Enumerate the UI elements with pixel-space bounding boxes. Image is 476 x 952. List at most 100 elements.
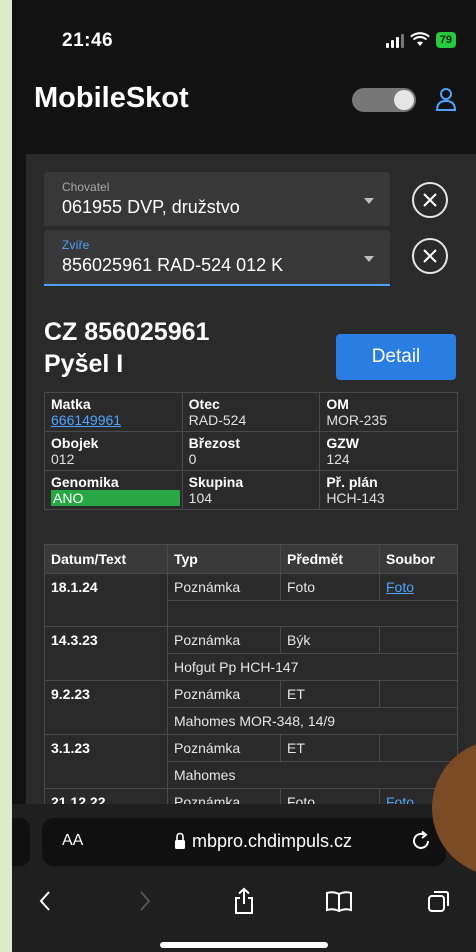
breeder-select[interactable]: Chovatel 061955 DVP, družstvo <box>44 172 390 226</box>
chevron-down-icon <box>364 198 374 204</box>
row-date: 14.3.23 <box>44 626 168 681</box>
moon-icon <box>394 90 414 110</box>
row-subject: ET <box>280 734 380 762</box>
row-date: 3.1.23 <box>44 734 168 789</box>
info-cell-genomics: Genomika ANO <box>44 470 183 510</box>
info-cell-father: Otec RAD-524 <box>181 392 321 432</box>
row-file <box>379 626 458 654</box>
info-cell-plan: Př. plán HCH-143 <box>319 470 458 510</box>
animal-code: CZ 856025961 <box>44 318 210 346</box>
info-value: 0 <box>188 451 197 467</box>
file-link[interactable]: Foto <box>386 579 414 595</box>
app-bar: MobileSkot <box>12 64 476 134</box>
column-header: Typ <box>167 544 281 574</box>
info-row: Genomika ANO Skupina 104 Př. plán HCH-14… <box>44 470 458 510</box>
info-cell-group: Skupina 104 <box>181 470 321 510</box>
row-text: Hofgut Pp HCH-147 <box>167 653 458 681</box>
animal-select[interactable]: Zvíře 856025961 RAD-524 012 K <box>44 230 390 286</box>
previous-tab-edge[interactable] <box>12 818 30 866</box>
table-row: 3.1.23 Poznámka ET <box>44 734 458 789</box>
tabs-button[interactable] <box>422 884 456 918</box>
info-label: Otec <box>188 396 220 412</box>
close-icon <box>423 249 437 263</box>
table-header-row: Datum/Text Typ Předmět Soubor <box>44 544 458 574</box>
clear-breeder-button[interactable] <box>412 182 448 218</box>
column-header: Předmět <box>280 544 380 574</box>
book-icon <box>326 891 352 912</box>
info-cell-gzw: GZW 124 <box>319 431 458 471</box>
animal-info-table: Matka 666149961 Otec RAD-524 OM MOR-235 … <box>44 392 458 510</box>
info-cell-collar: Obojek 012 <box>44 431 183 471</box>
row-date: 18.1.24 <box>44 573 168 627</box>
info-label: Obojek <box>51 435 99 451</box>
wifi-icon <box>409 32 430 46</box>
status-bar: 21:46 79 <box>12 0 476 64</box>
tabs-icon <box>428 891 449 912</box>
animal-label: Zvíře <box>62 238 90 252</box>
user-icon[interactable] <box>434 86 458 112</box>
mother-link[interactable]: 666149961 <box>51 412 176 428</box>
info-value: MOR-235 <box>326 412 387 428</box>
info-cell-mother: Matka 666149961 <box>44 392 183 432</box>
reader-settings-button[interactable]: AA <box>62 832 83 850</box>
table-row: 14.3.23 Poznámka Býk <box>44 626 458 681</box>
url-text[interactable]: mbpro.chdimpuls.cz <box>192 831 352 852</box>
app-title: MobileSkot <box>34 82 189 114</box>
chevron-down-icon <box>364 256 374 262</box>
close-icon <box>423 193 437 207</box>
info-value: 124 <box>326 451 350 467</box>
info-row: Matka 666149961 Otec RAD-524 OM MOR-235 <box>44 392 458 432</box>
row-subject: ET <box>280 680 380 708</box>
row-type: Poznámka <box>167 573 281 601</box>
status-time: 21:46 <box>62 30 114 51</box>
info-value: RAD-524 <box>188 412 247 428</box>
genomics-badge: ANO <box>51 490 180 506</box>
info-label: GZW <box>326 435 359 451</box>
animal-heading: CZ 856025961 Pyšel I <box>44 316 209 380</box>
breeder-value: 061955 DVP, družstvo <box>62 197 240 217</box>
info-cell-om: OM MOR-235 <box>319 392 458 432</box>
info-label: OM <box>326 396 349 412</box>
row-subject: Býk <box>280 626 380 654</box>
info-value: 012 <box>51 451 75 467</box>
row-text: Mahomes <box>167 761 458 789</box>
bookmarks-button[interactable] <box>322 884 356 918</box>
detail-button[interactable]: Detail <box>336 334 456 380</box>
forward-button[interactable] <box>128 884 162 918</box>
share-button[interactable] <box>227 884 261 918</box>
home-indicator[interactable] <box>160 942 328 948</box>
info-value: 104 <box>188 490 213 506</box>
chevron-left-icon <box>39 891 50 911</box>
dark-mode-toggle[interactable] <box>352 88 416 112</box>
column-header: Datum/Text <box>44 544 168 574</box>
reload-icon[interactable] <box>410 830 432 852</box>
row-type: Poznámka <box>167 626 281 654</box>
column-header: Soubor <box>379 544 458 574</box>
row-file: Foto <box>379 573 458 601</box>
info-cell-pregnancy: Březost 0 <box>181 431 321 471</box>
info-value: HCH-143 <box>326 490 385 506</box>
notes-table: Datum/Text Typ Předmět Soubor 18.1.24 Po… <box>44 544 458 816</box>
battery-indicator: 79 <box>435 32 456 48</box>
clear-animal-button[interactable] <box>412 238 448 274</box>
chevron-right-icon <box>140 891 151 911</box>
table-row: 18.1.24 Poznámka Foto Foto <box>44 573 458 627</box>
row-file <box>379 680 458 708</box>
back-button[interactable] <box>28 884 62 918</box>
info-label: Skupina <box>188 474 244 490</box>
main-content: Chovatel 061955 DVP, družstvo Zvíře 8560… <box>26 154 476 816</box>
table-row: 9.2.23 Poznámka ET <box>44 680 458 735</box>
row-file <box>379 734 458 762</box>
share-icon <box>235 887 253 914</box>
info-row: Obojek 012 Březost 0 GZW 124 <box>44 431 458 471</box>
animal-value: 856025961 RAD-524 012 K <box>62 255 284 275</box>
row-subject: Foto <box>280 573 380 601</box>
info-label: Matka <box>51 396 91 412</box>
address-bar[interactable]: AA mbpro.chdimpuls.cz <box>42 818 446 866</box>
row-type: Poznámka <box>167 734 281 762</box>
status-icons: 79 <box>385 30 456 50</box>
breeder-label: Chovatel <box>62 180 110 194</box>
lock-icon <box>175 832 185 849</box>
row-text <box>167 600 458 627</box>
phone-screen: 21:46 79 MobileSkot Chovatel 061955 DVP,… <box>12 0 476 952</box>
